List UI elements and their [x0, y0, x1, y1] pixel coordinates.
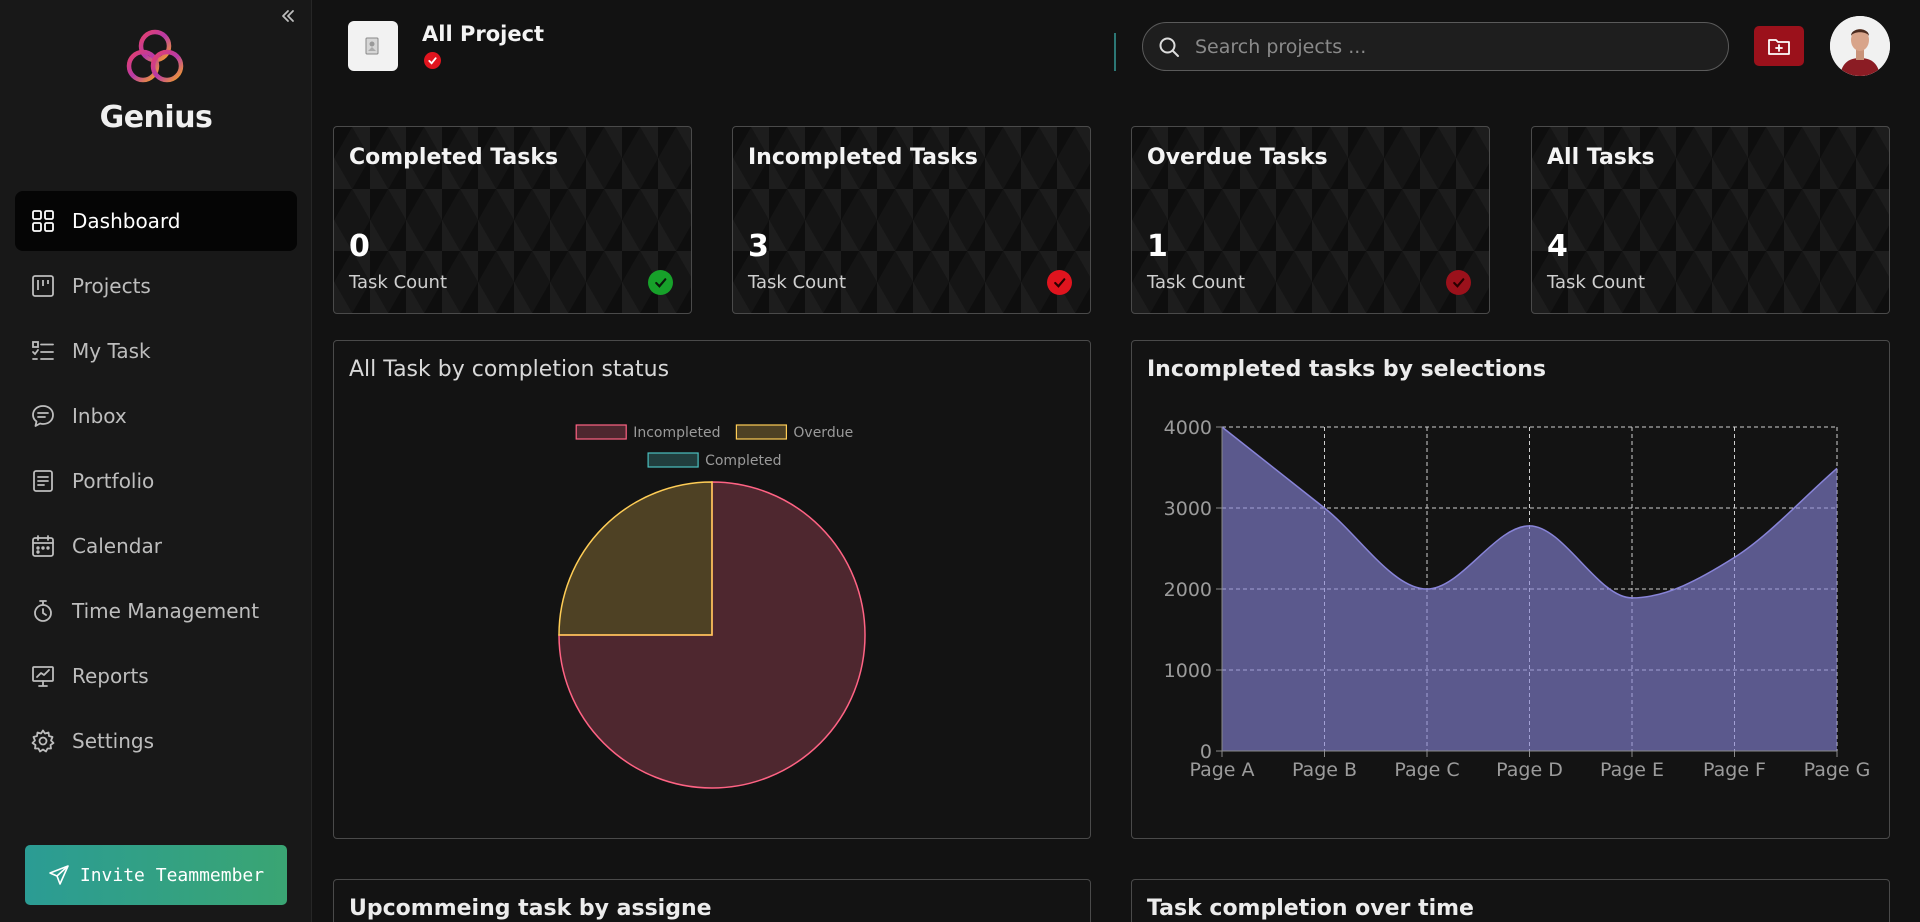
y-tick-label: 4000	[1164, 417, 1212, 439]
incompleted-tasks-card: Incompleted Tasks 3 Task Count	[732, 126, 1091, 314]
x-tick-label: Page G	[1804, 759, 1871, 781]
sidebar-item-inbox[interactable]: Inbox	[15, 386, 297, 446]
card-value: 0	[349, 229, 370, 264]
checklist-icon	[29, 337, 57, 365]
sidebar-item-label: Settings	[72, 729, 155, 753]
sidebar-item-time-management[interactable]: Time Management	[15, 581, 297, 641]
sidebar-nav: Dashboard Projects My Task Inbox Portfol…	[15, 191, 297, 776]
sidebar-item-reports[interactable]: Reports	[15, 646, 297, 706]
pie-slice-overdue	[558, 481, 713, 636]
project-title: All Project	[422, 22, 545, 46]
completion-status-panel: All Task by completion status Incomplete…	[333, 340, 1091, 839]
search-bar[interactable]	[1142, 22, 1729, 71]
header-divider	[1114, 33, 1116, 71]
x-tick-label: Page A	[1189, 759, 1254, 781]
document-icon	[29, 467, 57, 495]
grid-icon	[29, 207, 57, 235]
legend-swatch	[735, 424, 787, 440]
legend-swatch	[575, 424, 627, 440]
legend-label: Overdue	[793, 425, 853, 441]
legend-label: Completed	[705, 453, 781, 469]
project-status-check-icon	[424, 52, 441, 69]
x-tick-label: Page D	[1496, 759, 1563, 781]
panel-title: Task completion over time	[1147, 896, 1474, 921]
search-input[interactable]	[1195, 35, 1695, 58]
card-value: 1	[1147, 229, 1168, 264]
sidebar-item-label: Reports	[72, 664, 149, 688]
all-tasks-card: All Tasks 4 Task Count	[1531, 126, 1890, 314]
upcoming-by-assignee-panel: Upcommeing task by assigne	[333, 879, 1091, 922]
chat-bubble-icon	[29, 402, 57, 430]
project-thumbnail[interactable]	[348, 21, 398, 71]
sidebar-item-label: Inbox	[72, 404, 127, 428]
sidebar-item-settings[interactable]: Settings	[15, 711, 297, 771]
overdue-check-icon	[1446, 270, 1471, 295]
sidebar-item-projects[interactable]: Projects	[15, 256, 297, 316]
card-title: Incompleted Tasks	[748, 145, 978, 170]
completed-tasks-card: Completed Tasks 0 Task Count	[333, 126, 692, 314]
user-avatar[interactable]	[1830, 16, 1890, 76]
sidebar-item-label: My Task	[72, 339, 151, 363]
send-icon	[49, 865, 69, 885]
sidebar-item-label: Dashboard	[72, 209, 181, 233]
search-icon	[1159, 37, 1179, 57]
kanban-icon	[29, 272, 57, 300]
genius-logo	[123, 26, 187, 86]
area-fill	[1222, 427, 1837, 751]
incompleted-by-selection-panel: Incompleted tasks by selections 0 1000 200…	[1131, 340, 1890, 839]
card-title: All Tasks	[1547, 145, 1655, 170]
x-tick-label: Page B	[1292, 759, 1357, 781]
y-tick-label: 2000	[1164, 579, 1212, 601]
brand-name: Genius	[99, 100, 213, 135]
completion-status-pie-chart: Incompleted Overdue Completed	[558, 424, 866, 789]
invite-button-label: Invite Teammember	[79, 864, 265, 886]
sidebar-item-label: Calendar	[72, 534, 162, 558]
card-label: Task Count	[1147, 272, 1246, 293]
x-tick-label: Page C	[1394, 759, 1459, 781]
sidebar-item-label: Time Management	[72, 599, 260, 623]
invite-teammember-button[interactable]: Invite Teammember	[25, 845, 287, 905]
card-label: Task Count	[748, 272, 847, 293]
y-tick-label: 1000	[1164, 660, 1212, 682]
card-label: Task Count	[1547, 272, 1646, 293]
card-value: 4	[1547, 229, 1568, 264]
panel-title: Upcommeing task by assigne	[349, 896, 712, 921]
card-title: Completed Tasks	[349, 145, 559, 170]
completion-over-time-panel: Task completion over time	[1131, 879, 1890, 922]
incompleted-check-icon	[1047, 270, 1072, 295]
collapse-sidebar-icon[interactable]	[276, 4, 300, 28]
overdue-tasks-card: Overdue Tasks 1 Task Count	[1131, 126, 1490, 314]
completed-check-icon	[648, 270, 673, 295]
legend-swatch	[647, 452, 699, 468]
incompleted-area-chart: 01000200030004000Page A Page B Page C Page …	[1164, 417, 1871, 781]
gear-icon	[29, 727, 57, 755]
card-value: 3	[748, 229, 769, 264]
folder-add-icon	[1768, 39, 1790, 55]
sidebar-item-calendar[interactable]: Calendar	[15, 516, 297, 576]
card-label: Task Count	[349, 272, 448, 293]
timer-icon	[29, 597, 57, 625]
x-tick-label: Page E	[1600, 759, 1664, 781]
sidebar-item-label: Portfolio	[72, 469, 155, 493]
sidebar-item-dashboard[interactable]: Dashboard	[15, 191, 297, 251]
calendar-icon	[29, 532, 57, 560]
x-tick-label: Page F	[1703, 759, 1766, 781]
sidebar: Genius Dashboard Projects My Task Inbox …	[0, 0, 312, 922]
presentation-chart-icon	[29, 662, 57, 690]
folder-image-icon	[365, 37, 379, 55]
legend-label: Incompleted	[633, 425, 720, 441]
new-project-button[interactable]	[1754, 26, 1804, 66]
y-tick-label: 3000	[1164, 498, 1212, 520]
card-title: Overdue Tasks	[1147, 145, 1328, 170]
sidebar-item-label: Projects	[72, 274, 151, 298]
sidebar-item-my-task[interactable]: My Task	[15, 321, 297, 381]
sidebar-item-portfolio[interactable]: Portfolio	[15, 451, 297, 511]
